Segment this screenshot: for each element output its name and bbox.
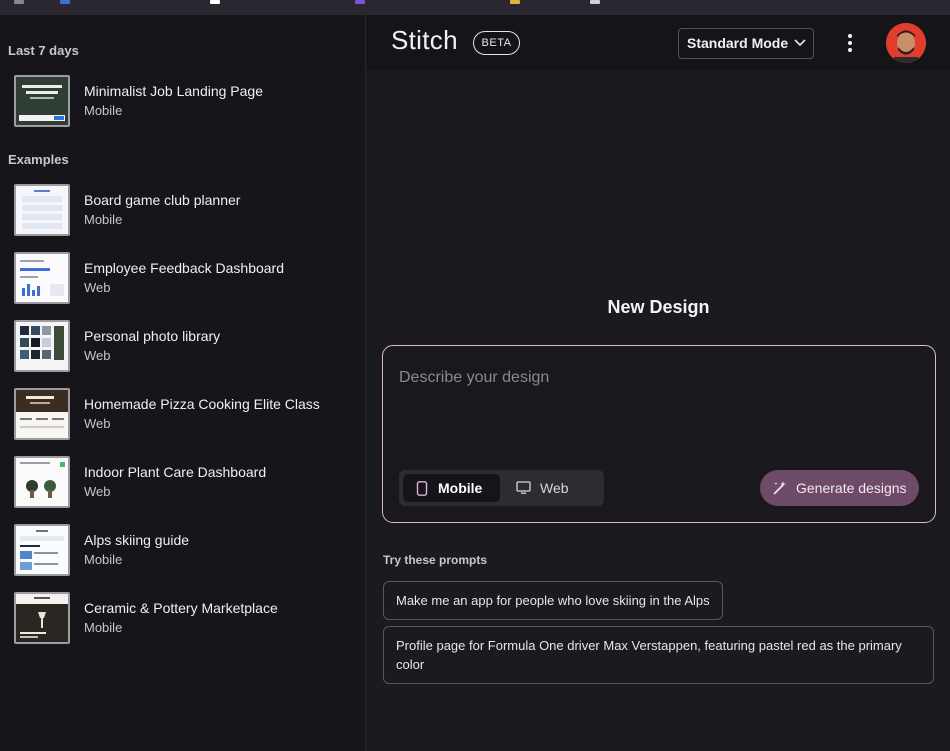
- sidebar: Last 7 days Minimalist Job Landing Page …: [0, 15, 366, 751]
- tab-favicon: [590, 0, 600, 4]
- item-platform: Mobile: [84, 103, 123, 118]
- design-prompt-input[interactable]: [399, 364, 919, 392]
- item-title: Alps skiing guide: [84, 532, 190, 548]
- design-thumbnail: [14, 524, 70, 576]
- section-label-recent: Last 7 days: [8, 43, 79, 58]
- mode-select-label: Standard Mode: [687, 35, 789, 51]
- toggle-mobile-button[interactable]: Mobile: [403, 474, 500, 502]
- example-item[interactable]: Homemade Pizza Cooking Elite Class Web: [14, 386, 354, 442]
- browser-chrome-strip: [0, 0, 950, 15]
- generate-designs-label: Generate designs: [796, 480, 907, 496]
- design-thumbnail: [14, 456, 70, 508]
- tab-favicon: [210, 0, 220, 4]
- design-thumbnail: [14, 252, 70, 304]
- user-avatar[interactable]: [886, 23, 926, 63]
- monitor-icon: [516, 481, 531, 494]
- phone-icon: [416, 481, 428, 496]
- design-thumbnail: [14, 320, 70, 372]
- chevron-down-icon: [794, 39, 806, 47]
- prompt-box: Mobile Web Generate designs: [382, 345, 936, 523]
- platform-toggle: Mobile Web: [399, 470, 604, 506]
- beta-badge: BETA: [473, 31, 520, 55]
- section-label-examples: Examples: [8, 152, 69, 167]
- recent-item[interactable]: Minimalist Job Landing Page Mobile: [14, 73, 354, 129]
- item-platform: Mobile: [84, 212, 123, 227]
- tab-favicon: [60, 0, 70, 4]
- example-item[interactable]: Personal photo library Web: [14, 318, 354, 374]
- item-platform: Web: [84, 416, 111, 431]
- item-title: Board game club planner: [84, 192, 241, 208]
- kebab-menu-icon[interactable]: [843, 32, 857, 54]
- item-title: Employee Feedback Dashboard: [84, 260, 285, 276]
- prompt-suggestion-chip[interactable]: Profile page for Formula One driver Max …: [383, 626, 934, 684]
- page-title: New Design: [607, 297, 710, 317]
- item-platform: Mobile: [84, 552, 123, 567]
- example-item[interactable]: Indoor Plant Care Dashboard Web: [14, 454, 354, 510]
- prompt-suggestion-chip[interactable]: Make me an app for people who love skiin…: [383, 581, 723, 620]
- example-item[interactable]: Alps skiing guide Mobile: [14, 522, 354, 578]
- item-platform: Web: [84, 348, 111, 363]
- item-platform: Mobile: [84, 620, 123, 635]
- item-title: Minimalist Job Landing Page: [84, 83, 263, 99]
- tab-favicon: [510, 0, 520, 4]
- item-platform: Web: [84, 484, 111, 499]
- design-thumbnail: [14, 75, 70, 127]
- item-title: Ceramic & Pottery Marketplace: [84, 600, 278, 616]
- item-title: Personal photo library: [84, 328, 221, 344]
- design-thumbnail: [14, 184, 70, 236]
- tab-favicon: [14, 0, 24, 4]
- example-item[interactable]: Ceramic & Pottery Marketplace Mobile: [14, 590, 354, 646]
- try-prompts-label: Try these prompts: [383, 553, 488, 567]
- tab-favicon: [355, 0, 365, 4]
- item-title: Indoor Plant Care Dashboard: [84, 464, 267, 480]
- design-thumbnail: [14, 592, 70, 644]
- example-item[interactable]: Board game club planner Mobile: [14, 182, 354, 238]
- example-item[interactable]: Employee Feedback Dashboard Web: [14, 250, 354, 306]
- item-platform: Web: [84, 280, 111, 295]
- generate-designs-button[interactable]: Generate designs: [760, 470, 919, 506]
- app-logo[interactable]: Stitch: [391, 25, 458, 56]
- mode-select[interactable]: Standard Mode: [678, 28, 814, 59]
- toggle-web-label: Web: [540, 480, 569, 496]
- toggle-web-button[interactable]: Web: [506, 474, 600, 502]
- item-title: Homemade Pizza Cooking Elite Class: [84, 396, 320, 412]
- design-thumbnail: [14, 388, 70, 440]
- top-header: Stitch BETA Standard Mode: [367, 15, 950, 71]
- toggle-mobile-label: Mobile: [438, 480, 483, 496]
- magic-wand-icon: [773, 481, 786, 495]
